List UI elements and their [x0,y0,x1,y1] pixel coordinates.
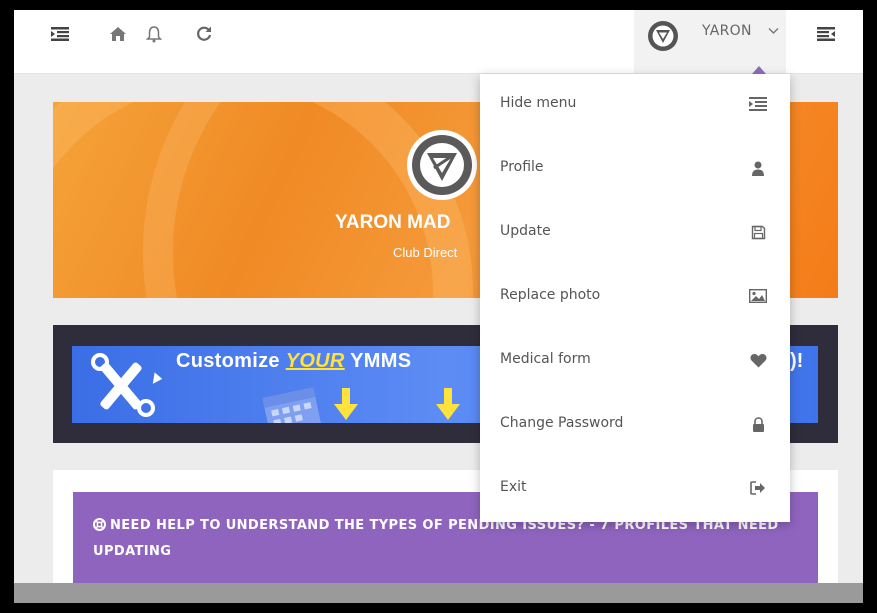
tools-icon [86,352,166,418]
arrow-down-icon [434,388,462,422]
menu-item-label: Profile [500,159,544,175]
menu-item-label: Hide menu [500,95,577,111]
user-icon [748,158,768,178]
profile-role: Club Direct [393,245,458,260]
menu-item-label: Replace photo [500,287,601,303]
hide-menu-icon [748,94,768,114]
home-icon[interactable] [106,22,130,46]
menu-item-replace-photo[interactable]: Replace photo [480,266,790,330]
menu-item-update[interactable]: Update [480,202,790,266]
profile-name: YARON MAD [335,212,451,233]
app-frame: YARON YARON MAD Club Direct Customize YO… [14,10,863,603]
calendar-icon [258,382,328,423]
menu-item-label: Exit [500,479,527,495]
menu-item-label: Change Password [500,415,624,431]
lifebuoy-icon [93,516,106,540]
user-dropdown-menu: Hide menu Profile Update Replace photo M… [480,74,790,522]
bottom-strip [14,583,863,603]
club-logo [407,130,477,200]
promo-headline: Customize YOUR YMMS [176,350,412,372]
menu-item-exit[interactable]: Exit [480,458,790,522]
user-menu-toggle[interactable]: YARON [634,10,786,73]
menu-item-profile[interactable]: Profile [480,138,790,202]
sidebar-toggle-icon[interactable] [814,22,838,46]
arrow-down-icon [332,388,360,422]
club-logo-avatar [648,21,678,51]
menu-item-change-password[interactable]: Change Password [480,394,790,458]
lock-icon [748,414,768,434]
sign-out-icon [748,478,768,498]
dropdown-pointer [752,66,766,74]
heart-icon [748,350,768,370]
refresh-icon[interactable] [192,22,216,46]
menu-toggle-icon[interactable] [48,22,72,46]
promo-headline-tail: )! [790,350,804,372]
bell-icon[interactable] [142,22,166,46]
menu-item-medical-form[interactable]: Medical form [480,330,790,394]
menu-item-label: Update [500,223,551,239]
user-name[interactable]: YARON [702,23,752,39]
menu-item-label: Medical form [500,351,591,367]
image-icon [748,286,768,306]
chevron-down-icon[interactable] [768,25,779,38]
menu-item-hide-menu[interactable]: Hide menu [480,74,790,138]
save-icon [748,222,768,242]
top-navbar: YARON [14,10,863,74]
